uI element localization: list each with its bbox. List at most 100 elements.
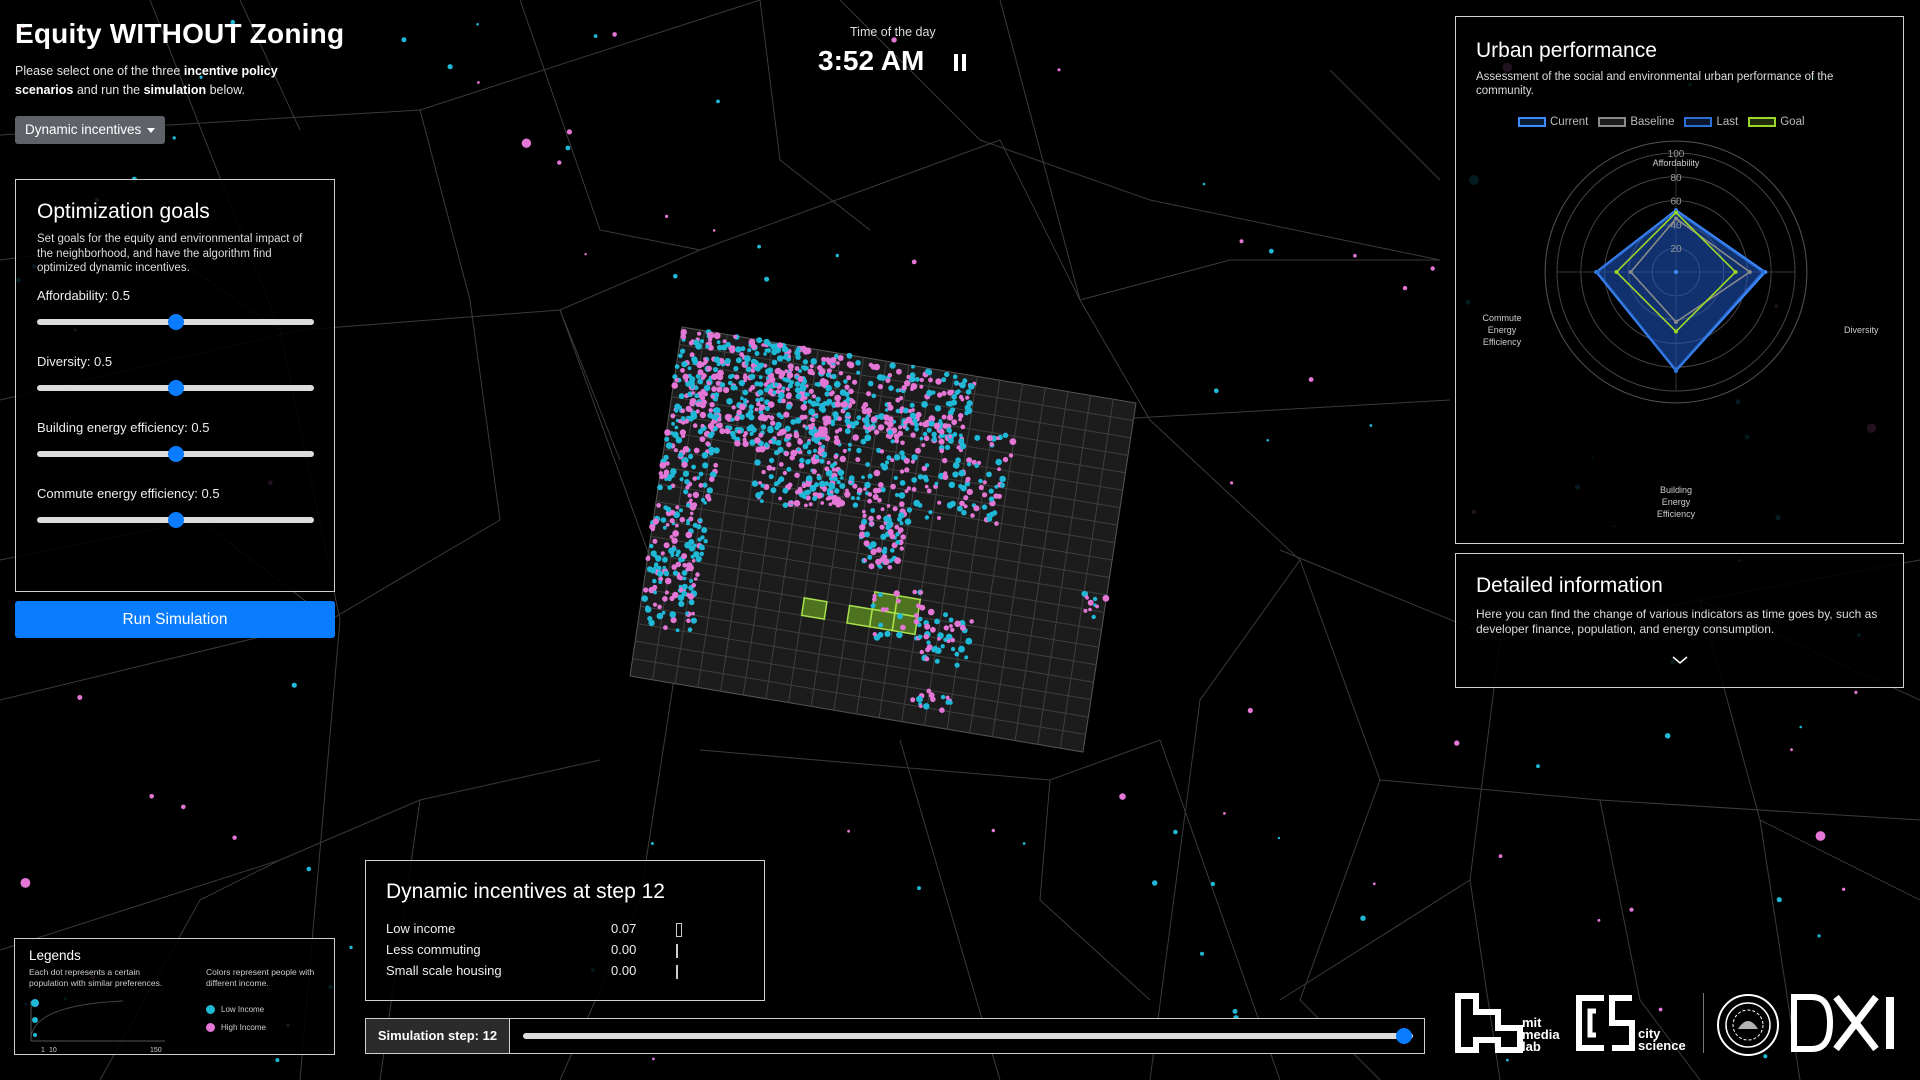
legend-current[interactable]: Current — [1518, 116, 1588, 128]
mit-media-lab-logo-icon — [1455, 993, 1523, 1053]
population-dot — [865, 462, 870, 467]
population-dot — [673, 448, 678, 453]
population-dot — [761, 469, 766, 475]
population-dot — [749, 373, 756, 380]
population-dot — [770, 487, 777, 494]
incentive-row-less-commuting: Less commuting 0.00 — [386, 942, 746, 962]
population-dot — [716, 99, 720, 104]
page-title: Equity WITHOUT Zoning — [15, 18, 345, 49]
population-dot — [693, 339, 700, 346]
population-dot — [641, 595, 648, 602]
pause-icon[interactable] — [954, 54, 968, 71]
legend-last[interactable]: Last — [1684, 116, 1738, 128]
population-dot — [885, 525, 890, 531]
population-dot — [689, 579, 694, 583]
population-dot — [828, 502, 833, 507]
size-tick: 10 — [49, 1047, 57, 1054]
affordability-slider[interactable] — [37, 314, 314, 330]
building-energy-slider-thumb[interactable] — [167, 446, 184, 462]
population-dot — [807, 368, 814, 375]
population-dot — [689, 498, 693, 503]
population-dot — [888, 385, 894, 391]
radar-point-goal — [1674, 210, 1678, 215]
population-dot — [892, 506, 898, 512]
population-dot — [938, 419, 943, 423]
population-dot — [906, 374, 911, 380]
population-dot — [713, 356, 721, 363]
population-dot — [670, 413, 676, 419]
population-dot — [705, 441, 711, 447]
population-dot — [760, 424, 767, 430]
population-dot — [686, 521, 690, 526]
diversity-slider[interactable] — [37, 380, 314, 396]
legend-baseline[interactable]: Baseline — [1598, 116, 1674, 128]
population-dot — [846, 352, 853, 359]
population-dot — [767, 401, 775, 408]
population-dot — [925, 368, 931, 375]
population-dot — [691, 464, 696, 470]
radar-point-baseline — [1747, 270, 1752, 274]
population-dot — [181, 804, 186, 810]
population-dot — [923, 435, 930, 441]
population-dot — [825, 357, 831, 363]
population-dot — [898, 492, 906, 499]
population-dot — [837, 416, 842, 422]
population-dot — [687, 564, 694, 572]
simulation-step-thumb[interactable] — [1396, 1028, 1413, 1044]
affordability-slider-thumb[interactable] — [167, 314, 184, 330]
population-dot — [852, 502, 859, 508]
population-dot — [828, 482, 835, 490]
population-dot — [949, 500, 956, 507]
population-dot — [852, 434, 859, 441]
high-income-dot — [206, 1023, 215, 1032]
axis-label-commute-2: Energy — [1488, 325, 1517, 335]
population-dot — [612, 32, 617, 37]
population-dot — [671, 546, 677, 552]
commute-energy-slider[interactable] — [37, 512, 314, 528]
legend-goal[interactable]: Goal — [1748, 116, 1805, 128]
diversity-slider-thumb[interactable] — [167, 380, 184, 396]
scenario-dropdown[interactable]: Dynamic incentives — [15, 116, 166, 144]
population-dot — [965, 389, 972, 395]
street — [1039, 779, 1151, 1001]
population-dot — [1022, 842, 1026, 845]
population-dot — [937, 637, 941, 641]
population-dot — [1430, 266, 1435, 271]
population-dot — [691, 611, 695, 616]
population-dot — [680, 348, 686, 354]
population-dot — [799, 457, 805, 464]
population-dot — [758, 406, 764, 411]
population-dot — [800, 365, 805, 370]
population-dot — [806, 440, 811, 446]
population-dot — [939, 707, 945, 713]
population-dot — [878, 592, 883, 598]
population-dot — [957, 505, 963, 512]
run-simulation-button[interactable]: Run Simulation — [15, 601, 335, 638]
population-dot — [895, 539, 901, 545]
population-dot — [954, 651, 960, 657]
population-dot — [834, 488, 840, 494]
radar-tick-label: 20 — [1670, 244, 1682, 255]
population-dot — [698, 471, 704, 477]
commute-energy-slider-thumb[interactable] — [167, 512, 184, 528]
population-dot — [734, 440, 741, 447]
population-dot — [692, 423, 698, 428]
population-dot — [923, 703, 930, 710]
intro-bold-simulation: simulation — [143, 83, 207, 97]
population-dot — [824, 466, 830, 472]
population-dot — [706, 496, 712, 502]
building-energy-slider[interactable] — [37, 446, 314, 462]
population-dot — [652, 1057, 655, 1061]
population-dot — [742, 440, 749, 448]
population-dot — [728, 425, 733, 431]
chevron-down-icon[interactable] — [1672, 655, 1688, 665]
population-dot — [1173, 829, 1178, 835]
population-dot — [850, 496, 855, 500]
commute-energy-label: Commute energy efficiency: 0.5 — [37, 486, 220, 501]
population-dot — [844, 418, 851, 424]
population-dot — [172, 136, 176, 140]
street — [699, 739, 1161, 781]
simulation-step-slider[interactable] — [523, 1028, 1413, 1044]
population-dot — [521, 138, 532, 148]
population-dot — [697, 378, 704, 385]
